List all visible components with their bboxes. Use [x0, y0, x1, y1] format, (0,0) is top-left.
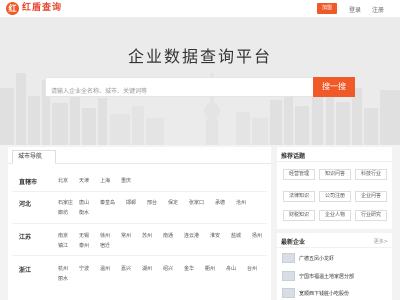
region-divider	[12, 255, 267, 256]
city-link[interactable]: 天津	[79, 177, 89, 184]
city-link[interactable]: 重庆	[121, 177, 131, 184]
city-link[interactable]: 连云港	[184, 232, 199, 239]
topics-title: 推荐话题	[281, 153, 306, 160]
news-item-text: 宽顺西下钱脏小吃股份	[299, 290, 350, 297]
city-nav-panel: 城市导航 直辖市 北京 天津 上海 重庆 河北 石家庄 唐山 秦皇岛 邯郸 邢台…	[8, 147, 271, 300]
news-item[interactable]: 宽顺西下钱脏小吃股份	[282, 288, 349, 298]
city-link[interactable]: 盐城	[231, 232, 241, 239]
city-link[interactable]: 舟山	[226, 265, 236, 272]
city-link[interactable]: 廊坊	[58, 209, 68, 216]
topic-tag[interactable]: 法律知识	[283, 191, 315, 202]
city-link[interactable]: 金华	[184, 265, 194, 272]
city-link[interactable]: 苏州	[142, 232, 152, 239]
city-link[interactable]: 沧州	[236, 199, 246, 206]
logo-text: 红盾查询	[22, 3, 63, 13]
logo-mark-icon: 红	[6, 2, 19, 15]
city-link[interactable]: 丽水	[58, 275, 68, 282]
region-name: 河北	[19, 201, 32, 208]
city-link[interactable]: 上海	[100, 177, 110, 184]
news-item-text: 广德五凤小龙虾	[299, 255, 335, 262]
city-link[interactable]: 台州	[247, 265, 257, 272]
city-link[interactable]: 承德	[215, 199, 225, 206]
login-link[interactable]: 登录	[349, 5, 361, 14]
page-title: 企业数据查询平台	[127, 47, 272, 66]
region-name: 浙江	[19, 267, 32, 274]
latest-companies-panel: 最新企业 更多> 广德五凤小龙虾 宁国市福温土地家居分部 宽顺西下钱脏小吃股份	[277, 233, 392, 300]
city-link[interactable]: 扬州	[252, 232, 262, 239]
news-item[interactable]: 宁国市福温土地家居分部	[282, 271, 354, 281]
search-button[interactable]: 搜一搜	[313, 77, 355, 97]
city-link[interactable]: 宿迁	[100, 242, 110, 249]
search-input[interactable]	[46, 82, 313, 101]
more-link[interactable]: 更多>	[374, 238, 388, 245]
city-link[interactable]: 衢州	[205, 265, 215, 272]
region-name: 直辖市	[19, 179, 38, 186]
city-link[interactable]: 无锡	[79, 232, 89, 239]
topic-tag[interactable]: 企业人物	[319, 210, 351, 221]
city-link[interactable]: 湖州	[142, 265, 152, 272]
city-link[interactable]: 石家庄	[58, 199, 73, 206]
topic-tag[interactable]: 公司注册	[319, 191, 351, 202]
topic-tag[interactable]: 经营管理	[283, 169, 315, 180]
city-link[interactable]: 嘉兴	[121, 265, 131, 272]
city-link[interactable]: 淮安	[210, 232, 220, 239]
city-link[interactable]: 常州	[121, 232, 131, 239]
city-link[interactable]: 绍兴	[163, 265, 173, 272]
tab-city-nav[interactable]: 城市导航	[12, 150, 56, 164]
city-link[interactable]: 泰州	[79, 242, 89, 249]
title-divider	[277, 247, 392, 248]
news-thumbnail	[282, 271, 295, 281]
city-link[interactable]: 温州	[100, 265, 110, 272]
topic-tag[interactable]: 企业问答	[355, 191, 387, 202]
city-link[interactable]: 张家口	[189, 199, 204, 206]
news-title: 最新企业	[281, 239, 306, 246]
city-link[interactable]: 唐山	[79, 199, 89, 206]
topic-tag[interactable]: 财税知识	[283, 210, 315, 221]
city-link[interactable]: 衡水	[79, 209, 89, 216]
city-link[interactable]: 宁波	[79, 265, 89, 272]
news-thumbnail	[282, 253, 295, 263]
city-link[interactable]: 徐州	[100, 232, 110, 239]
region-divider	[12, 191, 267, 192]
city-link[interactable]: 杭州	[58, 265, 68, 272]
join-button[interactable]: 加盟	[317, 3, 337, 14]
news-item-text: 宁国市福温土地家居分部	[299, 273, 355, 280]
region-divider	[12, 223, 267, 224]
hero-banner: 企业数据查询平台 搜一搜	[0, 18, 400, 145]
topic-tag[interactable]: 科技行业	[355, 169, 387, 180]
topic-tag[interactable]: 行业研究	[355, 210, 387, 221]
city-link[interactable]: 保定	[168, 199, 178, 206]
region-name: 江苏	[19, 234, 32, 241]
register-link[interactable]: 注册	[372, 5, 384, 14]
site-logo[interactable]: 红 红盾查询	[6, 2, 62, 15]
recommended-topics-panel: 推荐话题 经营管理 知识问答 科技行业 法律知识 公司注册 企业问答 财税知识 …	[277, 147, 392, 229]
city-link[interactable]: 南京	[58, 232, 68, 239]
news-thumbnail	[282, 288, 295, 298]
city-link[interactable]: 邯郸	[126, 199, 136, 206]
city-link[interactable]: 镇江	[58, 242, 68, 249]
news-item[interactable]: 广德五凤小龙虾	[282, 253, 334, 263]
city-link[interactable]: 秦皇岛	[100, 199, 115, 206]
top-header: 红 红盾查询 加盟 登录 注册	[0, 0, 400, 18]
city-link[interactable]: 北京	[58, 177, 68, 184]
title-divider	[277, 161, 392, 162]
city-link[interactable]: 邢台	[147, 199, 157, 206]
city-link[interactable]: 南通	[163, 232, 173, 239]
topic-tag[interactable]: 知识问答	[319, 169, 351, 180]
search-box	[45, 77, 313, 101]
